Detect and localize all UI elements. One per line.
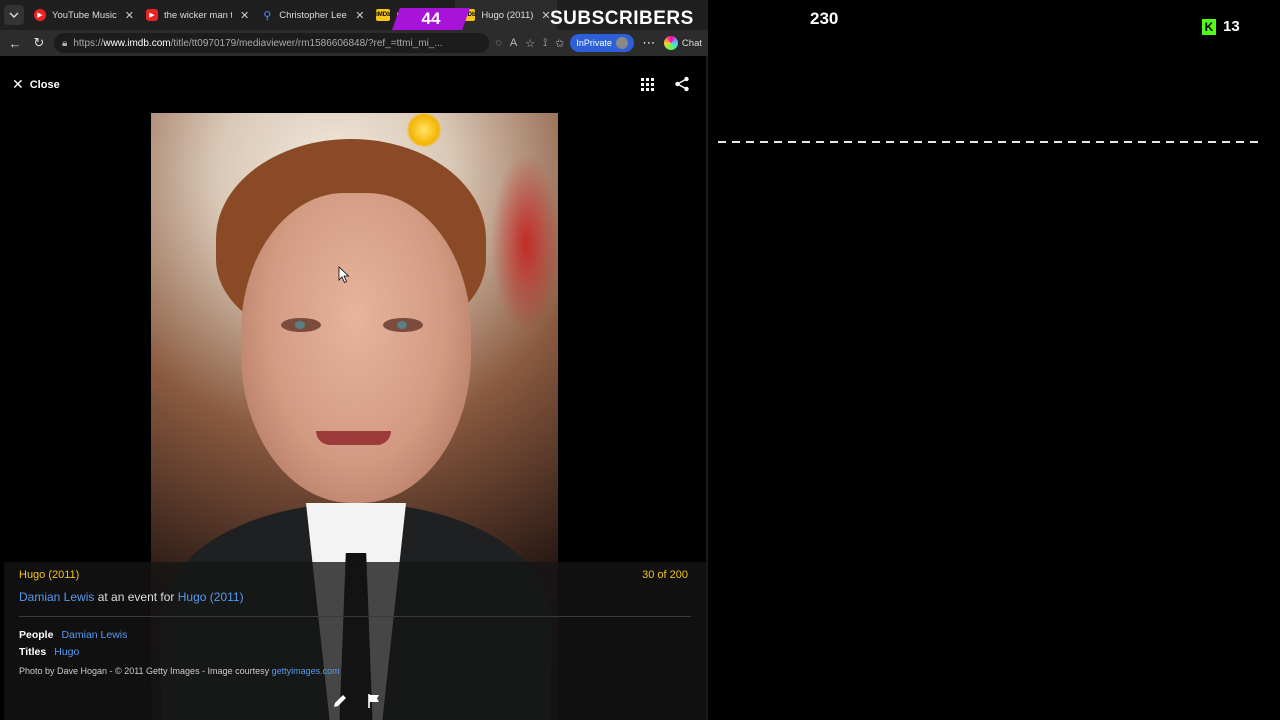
people-row: People Damian Lewis [19, 629, 127, 641]
share-icon[interactable] [674, 76, 690, 92]
inprivate-label: InPrivate [576, 38, 612, 48]
address-bar-icons: ◌ A ☆ ⟟ ✩ [495, 37, 564, 50]
tab-wicker-man[interactable]: ▶ the wicker man tr ✕ [140, 0, 255, 30]
titles-link[interactable]: Hugo [54, 646, 79, 658]
kick-logo-icon: K [1202, 18, 1216, 35]
subscriber-label: SUBSCRIBERS [550, 8, 694, 29]
chevron-down-icon [4, 5, 24, 25]
lock-icon: 🔒︎ [62, 37, 68, 49]
tab-label: Christopher Lee I [279, 9, 348, 21]
dashed-divider [718, 141, 1258, 143]
follower-count: 230 [810, 9, 839, 28]
chat-label: Chat [681, 37, 702, 49]
tab-christopher-lee[interactable]: ⚲ Christopher Lee I ✕ [255, 0, 370, 30]
people-label: People [19, 629, 54, 641]
url-field[interactable]: 🔒︎ https://www.imdb.com/title/tt0970179/… [54, 33, 490, 53]
kick-viewer-stat: K 13 [1202, 18, 1240, 35]
refresh-icon[interactable]: ↻ [30, 34, 48, 52]
close-icon: ✕ [12, 76, 24, 92]
caption-panel: Hugo (2011) 30 of 200 Damian Lewis at an… [4, 562, 706, 720]
photo-credit: Photo by Dave Hogan - © 2011 Getty Image… [19, 666, 340, 676]
more-options-icon[interactable]: ⋯ [640, 34, 658, 52]
youtube-music-icon: ▶ [34, 9, 46, 21]
titles-row: Titles Hugo [19, 646, 79, 658]
flag-icon[interactable] [366, 693, 382, 709]
browser-window: ▶ YouTube Music ✕ ▶ the wicker man tr ✕ … [0, 0, 708, 720]
mouse-cursor-icon [338, 266, 350, 284]
title-link[interactable]: Hugo (2011) [19, 569, 79, 581]
imdb-icon: IMDb [376, 9, 391, 21]
youtube-icon: ▶ [146, 9, 158, 21]
tracking-prevention-icon[interactable]: ◌ [495, 37, 502, 50]
url-prefix: https:// [73, 37, 104, 49]
avatar [615, 37, 628, 49]
address-bar: ← ↻ 🔒︎ https://www.imdb.com/title/tt0970… [0, 30, 708, 56]
favorite-star-icon[interactable]: ☆ [525, 37, 535, 50]
copilot-icon [663, 36, 678, 50]
close-button[interactable]: ✕ Close [12, 76, 60, 93]
back-arrow-icon[interactable]: ← [6, 34, 24, 52]
image-caption: Damian Lewis at an event for Hugo (2011) [19, 590, 244, 604]
pencil-icon[interactable] [332, 693, 348, 709]
image-counter: 30 of 200 [642, 569, 688, 581]
tab-label: YouTube Music [52, 9, 117, 21]
favorites-icon[interactable]: ✩ [555, 37, 564, 50]
url-path: /title/tt0970179/mediaviewer/rm158660684… [170, 37, 443, 49]
tab-actions-menu[interactable] [0, 0, 28, 30]
subscriber-count-badge: 44 [392, 8, 470, 30]
person-link[interactable]: Damian Lewis [19, 590, 94, 604]
close-icon[interactable]: ✕ [125, 9, 134, 22]
kick-count: 13 [1223, 18, 1240, 35]
caption-title-link[interactable]: Hugo (2011) [178, 590, 244, 604]
tab-label: the wicker man tr [164, 9, 232, 21]
extensions-icon[interactable]: ⟟ [543, 37, 547, 50]
close-label: Close [29, 78, 60, 91]
tab-label: Hugo (2011) [481, 9, 534, 21]
url-host: www.imdb.com [103, 37, 171, 49]
people-link[interactable]: Damian Lewis [61, 629, 127, 641]
tab-youtube-music[interactable]: ▶ YouTube Music ✕ [28, 0, 140, 30]
caption-text: at an event for [94, 590, 178, 604]
search-icon: ⚲ [263, 9, 272, 22]
inprivate-badge[interactable]: InPrivate [570, 34, 634, 52]
credit-text: Photo by Dave Hogan - © 2011 Getty Image… [19, 666, 272, 676]
read-aloud-icon[interactable]: A [510, 37, 517, 50]
divider [19, 616, 691, 617]
copilot-chat-button[interactable]: Chat [663, 36, 702, 50]
close-icon[interactable]: ✕ [355, 9, 364, 22]
titles-label: Titles [19, 646, 47, 658]
grid-icon[interactable] [641, 78, 654, 91]
close-icon[interactable]: ✕ [240, 9, 249, 22]
tab-hugo-2011[interactable]: IMDb Hugo (2011) ✕ [455, 0, 557, 30]
getty-link[interactable]: gettyimages.com [272, 666, 340, 676]
